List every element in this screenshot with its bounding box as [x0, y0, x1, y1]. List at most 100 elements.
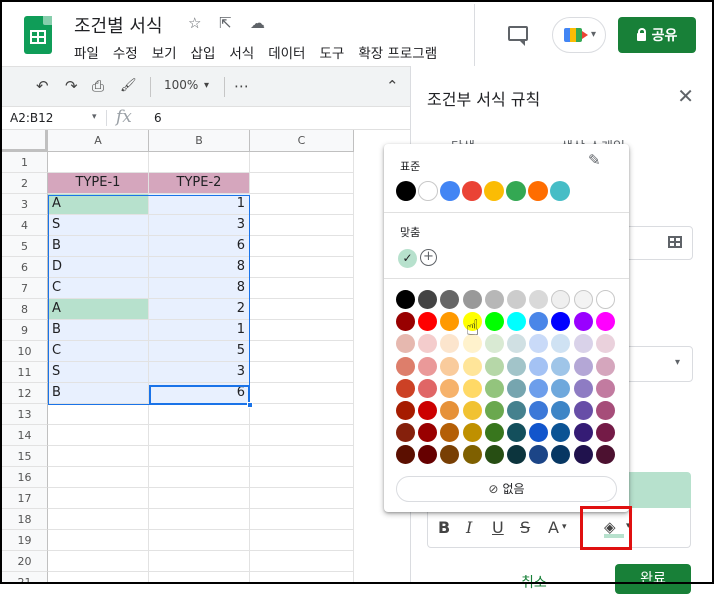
palette-color-swatch[interactable]: [507, 378, 526, 398]
palette-color-swatch[interactable]: [484, 378, 504, 398]
palette-color-swatch[interactable]: [484, 401, 504, 420]
standard-color-swatch[interactable]: [462, 181, 482, 201]
palette-color-swatch[interactable]: [529, 378, 549, 398]
palette-color-swatch[interactable]: [396, 312, 415, 332]
palette-color-swatch[interactable]: [551, 312, 571, 332]
palette-color-swatch[interactable]: [462, 423, 482, 443]
palette-color-swatch[interactable]: [551, 290, 571, 309]
grid-cell[interactable]: [250, 236, 354, 257]
sheets-logo[interactable]: [24, 16, 52, 54]
palette-color-swatch[interactable]: [462, 445, 482, 465]
grid-cell[interactable]: [48, 572, 149, 582]
grid-cell[interactable]: [149, 467, 250, 488]
menu-data[interactable]: 데이터: [268, 42, 305, 62]
palette-color-swatch[interactable]: [507, 290, 526, 309]
palette-color-swatch[interactable]: [440, 356, 460, 376]
type2-cell[interactable]: 3: [149, 362, 250, 383]
type1-cell[interactable]: C: [48, 278, 149, 299]
palette-color-swatch[interactable]: [507, 401, 526, 420]
palette-color-swatch[interactable]: [573, 312, 593, 332]
standard-color-swatch[interactable]: [506, 181, 526, 201]
standard-color-swatch[interactable]: [484, 181, 504, 201]
palette-color-swatch[interactable]: [507, 356, 526, 376]
row-header[interactable]: 3: [2, 194, 48, 215]
menu-edit[interactable]: 수정: [113, 42, 138, 62]
palette-color-swatch[interactable]: [418, 356, 438, 376]
grid-cell[interactable]: [149, 488, 250, 509]
row-header[interactable]: 6: [2, 257, 48, 278]
type2-cell[interactable]: 8: [149, 257, 250, 278]
no-fill-button[interactable]: ⊘ 없음: [396, 476, 617, 502]
grid-cell[interactable]: [250, 446, 354, 467]
palette-color-swatch[interactable]: [551, 445, 571, 465]
grid-cell[interactable]: [250, 278, 354, 299]
grid-cell[interactable]: [149, 530, 250, 551]
palette-color-swatch[interactable]: [507, 312, 526, 332]
palette-color-swatch[interactable]: [462, 356, 482, 376]
row-header[interactable]: 2: [2, 173, 48, 194]
row-header[interactable]: 20: [2, 551, 48, 572]
palette-color-swatch[interactable]: [595, 378, 615, 398]
palette-color-swatch[interactable]: [551, 401, 571, 420]
palette-color-swatch[interactable]: [595, 290, 615, 309]
palette-color-swatch[interactable]: [529, 445, 549, 465]
grid-cell[interactable]: [250, 299, 354, 320]
palette-color-swatch[interactable]: [484, 290, 504, 309]
row-header[interactable]: 11: [2, 362, 48, 383]
type1-cell[interactable]: S: [48, 362, 149, 383]
palette-color-swatch[interactable]: [396, 378, 415, 398]
type2-cell[interactable]: 3: [149, 215, 250, 236]
fill-handle[interactable]: [247, 402, 253, 408]
grid-cell[interactable]: [149, 572, 250, 582]
palette-color-swatch[interactable]: [529, 423, 549, 443]
grid-cell[interactable]: [48, 152, 149, 173]
cancel-button[interactable]: 취소: [521, 572, 547, 592]
more-icon[interactable]: ⋯: [234, 77, 249, 95]
type2-cell[interactable]: 2: [149, 299, 250, 320]
standard-color-swatch[interactable]: [550, 181, 570, 201]
palette-color-swatch[interactable]: [529, 290, 549, 309]
palette-color-swatch[interactable]: [396, 334, 415, 354]
zoom-caret-icon[interactable]: ▾: [204, 80, 209, 91]
grid-cell[interactable]: [250, 215, 354, 236]
row-header[interactable]: 15: [2, 446, 48, 467]
standard-color-swatch[interactable]: [528, 181, 548, 201]
palette-color-swatch[interactable]: [529, 401, 549, 420]
row-header[interactable]: 4: [2, 215, 48, 236]
add-custom-color-icon[interactable]: +: [420, 249, 437, 266]
palette-color-swatch[interactable]: [573, 356, 593, 376]
grid-cell[interactable]: [48, 551, 149, 572]
row-header[interactable]: 14: [2, 425, 48, 446]
palette-color-swatch[interactable]: [440, 378, 460, 398]
menu-tools[interactable]: 도구: [319, 42, 344, 62]
palette-color-swatch[interactable]: [529, 356, 549, 376]
grid-cell[interactable]: [48, 467, 149, 488]
done-button[interactable]: 완료: [615, 564, 691, 594]
palette-color-swatch[interactable]: [529, 334, 549, 354]
grid-cell[interactable]: [149, 446, 250, 467]
type2-cell[interactable]: 6: [149, 236, 250, 257]
palette-color-swatch[interactable]: [551, 423, 571, 443]
palette-color-swatch[interactable]: [440, 312, 460, 332]
palette-color-swatch[interactable]: [507, 334, 526, 354]
grid-cell[interactable]: [250, 572, 354, 582]
type2-cell[interactable]: 6: [149, 383, 250, 404]
row-header[interactable]: 1: [2, 152, 48, 173]
type2-cell[interactable]: 8: [149, 278, 250, 299]
palette-color-swatch[interactable]: [396, 423, 415, 443]
standard-color-swatch[interactable]: [418, 181, 438, 201]
type2-cell[interactable]: 1: [149, 320, 250, 341]
grid-cell[interactable]: [250, 362, 354, 383]
palette-color-swatch[interactable]: [551, 334, 571, 354]
row-header[interactable]: 17: [2, 488, 48, 509]
grid-cell[interactable]: [149, 425, 250, 446]
grid-cell[interactable]: [250, 383, 354, 404]
palette-color-swatch[interactable]: [595, 312, 615, 332]
document-title[interactable]: 조건별 서식: [74, 12, 163, 38]
grid-cell[interactable]: [250, 173, 354, 194]
pencil-icon[interactable]: ✎: [588, 151, 601, 169]
palette-color-swatch[interactable]: [418, 312, 438, 332]
type2-cell[interactable]: 1: [149, 194, 250, 215]
palette-color-swatch[interactable]: [418, 290, 438, 309]
header-cell[interactable]: TYPE-1: [48, 173, 149, 194]
